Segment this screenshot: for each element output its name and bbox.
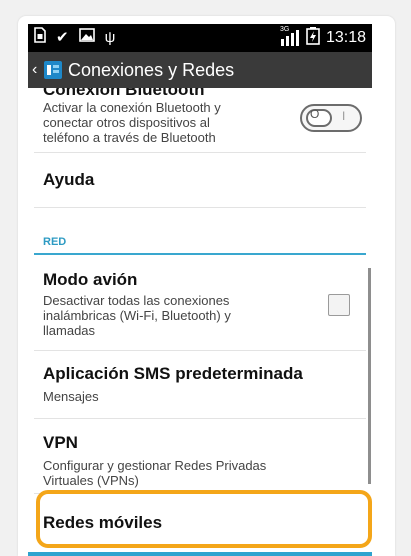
- battery-icon: [306, 26, 320, 50]
- bluetooth-toggle[interactable]: O I: [300, 104, 362, 132]
- help-title: Ayuda: [43, 170, 95, 189]
- sim-card-icon: [34, 27, 46, 49]
- toggle-on-label: I: [342, 109, 346, 123]
- default-sms-app-summary: Mensajes: [43, 389, 99, 404]
- default-sms-app-setting[interactable]: Aplicación SMS predeterminada Mensajes: [28, 351, 372, 417]
- settings-list[interactable]: Conexión Bluetooth Activar la conexión B…: [28, 88, 372, 556]
- clock: 13:18: [325, 29, 366, 46]
- bluetooth-summary-line1: Activar la conexión Bluetooth y: [43, 100, 221, 115]
- toggle-off-label: O: [310, 107, 320, 121]
- bottom-accent-line: [28, 552, 372, 556]
- usb-icon: ψ: [104, 29, 116, 46]
- highlight-box: [36, 490, 372, 548]
- action-bar: ‹ Conexiones y Redes: [28, 52, 372, 88]
- vpn-summary-line2: Virtuales (VPNs): [43, 473, 139, 488]
- bluetooth-title: Conexión Bluetooth: [43, 88, 205, 99]
- airplane-mode-summary-line1: Desactivar todas las conexiones: [43, 293, 230, 308]
- section-divider: [34, 253, 366, 255]
- vpn-summary-line1: Configurar y gestionar Redes Privadas: [43, 458, 267, 473]
- check-icon: ✔: [56, 29, 69, 46]
- airplane-mode-setting[interactable]: Modo avión Desactivar todas las conexion…: [28, 256, 372, 342]
- default-sms-app-title: Aplicación SMS predeterminada: [43, 364, 303, 383]
- status-icons-right: 3G 13:18: [280, 26, 366, 50]
- settings-app-icon[interactable]: [44, 61, 62, 79]
- vpn-title: VPN: [43, 433, 78, 452]
- section-header-red: RED: [43, 236, 67, 248]
- signal-icon: 3G: [280, 26, 302, 47]
- scrollbar[interactable]: [368, 268, 371, 484]
- image-icon: [78, 28, 95, 48]
- airplane-mode-checkbox[interactable]: [328, 294, 350, 316]
- bluetooth-summary-line3: teléfono a través de Bluetooth: [43, 130, 216, 145]
- page-title: Conexiones y Redes: [68, 59, 235, 80]
- divider: [34, 207, 366, 208]
- bluetooth-setting[interactable]: Conexión Bluetooth Activar la conexión B…: [28, 88, 372, 148]
- status-bar: ✔ ψ 3G 13:18: [28, 24, 372, 52]
- airplane-mode-summary-line2: inalámbricas (Wi-Fi, Bluetooth) y: [43, 308, 231, 323]
- airplane-mode-title: Modo avión: [43, 270, 138, 289]
- help-setting[interactable]: Ayuda: [28, 153, 372, 207]
- airplane-mode-summary-line3: llamadas: [43, 323, 96, 338]
- bluetooth-summary-line2: conectar otros dispositivos al: [43, 115, 210, 130]
- vpn-setting[interactable]: VPN Configurar y gestionar Redes Privada…: [28, 419, 372, 489]
- status-icons-left: ✔ ψ: [34, 27, 125, 49]
- back-chevron-icon[interactable]: ‹: [32, 61, 42, 79]
- phone-screen: ✔ ψ 3G 13:18 ‹ Conexiones y Redes Conexi…: [28, 24, 372, 556]
